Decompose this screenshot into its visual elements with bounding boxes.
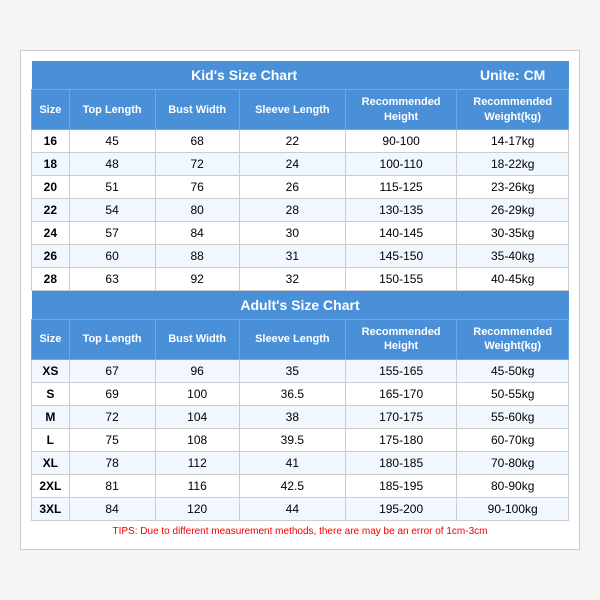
- kids-section-header: Kid's Size Chart Unite: CM: [32, 61, 569, 90]
- kids-col-top-length: Top Length: [69, 90, 155, 130]
- adults-col-bust-width: Bust Width: [155, 320, 239, 360]
- adults-section-header: Adult's Size Chart: [32, 291, 569, 320]
- adults-col-sleeve-length: Sleeve Length: [239, 320, 345, 360]
- kids-row-20: 20 51 76 26 115-125 23-26kg: [32, 176, 569, 199]
- kids-col-sleeve-length: Sleeve Length: [239, 90, 345, 130]
- kids-col-rec-height: RecommendedHeight: [345, 90, 457, 130]
- kids-row-24: 24 57 84 30 140-145 30-35kg: [32, 222, 569, 245]
- adults-row-3xl: 3XL 84 120 44 195-200 90-100kg: [32, 497, 569, 520]
- kids-col-bust-width: Bust Width: [155, 90, 239, 130]
- kids-title: Kid's Size Chart: [32, 61, 457, 90]
- adults-col-header: Size Top Length Bust Width Sleeve Length…: [32, 320, 569, 360]
- adults-row-2xl: 2XL 81 116 42.5 185-195 80-90kg: [32, 474, 569, 497]
- adults-row-m: M 72 104 38 170-175 55-60kg: [32, 405, 569, 428]
- kids-row-16: 16 45 68 22 90-100 14-17kg: [32, 130, 569, 153]
- tips-text: TIPS: Due to different measurement metho…: [32, 520, 569, 539]
- adults-col-top-length: Top Length: [69, 320, 155, 360]
- kids-row-26: 26 60 88 31 145-150 35-40kg: [32, 245, 569, 268]
- tips-row: TIPS: Due to different measurement metho…: [32, 520, 569, 539]
- unit-label: Unite: CM: [457, 61, 569, 90]
- kids-row-28: 28 63 92 32 150-155 40-45kg: [32, 268, 569, 291]
- chart-container: Kid's Size Chart Unite: CM Size Top Leng…: [20, 50, 580, 549]
- kids-size-16: 16: [32, 130, 70, 153]
- adults-col-size: Size: [32, 320, 70, 360]
- adults-col-rec-weight: RecommendedWeight(kg): [457, 320, 569, 360]
- adults-row-s: S 69 100 36.5 165-170 50-55kg: [32, 382, 569, 405]
- kids-col-size: Size: [32, 90, 70, 130]
- kids-col-header: Size Top Length Bust Width Sleeve Length…: [32, 90, 569, 130]
- kids-row-22: 22 54 80 28 130-135 26-29kg: [32, 199, 569, 222]
- kids-row-18: 18 48 72 24 100-110 18-22kg: [32, 153, 569, 176]
- kids-col-rec-weight: RecommendedWeight(kg): [457, 90, 569, 130]
- adults-row-l: L 75 108 39.5 175-180 60-70kg: [32, 428, 569, 451]
- adults-row-xs: XS 67 96 35 155-165 45-50kg: [32, 359, 569, 382]
- adults-row-xl: XL 78 112 41 180-185 70-80kg: [32, 451, 569, 474]
- adults-col-rec-height: RecommendedHeight: [345, 320, 457, 360]
- size-chart-table: Kid's Size Chart Unite: CM Size Top Leng…: [31, 61, 569, 538]
- adults-title: Adult's Size Chart: [32, 291, 569, 320]
